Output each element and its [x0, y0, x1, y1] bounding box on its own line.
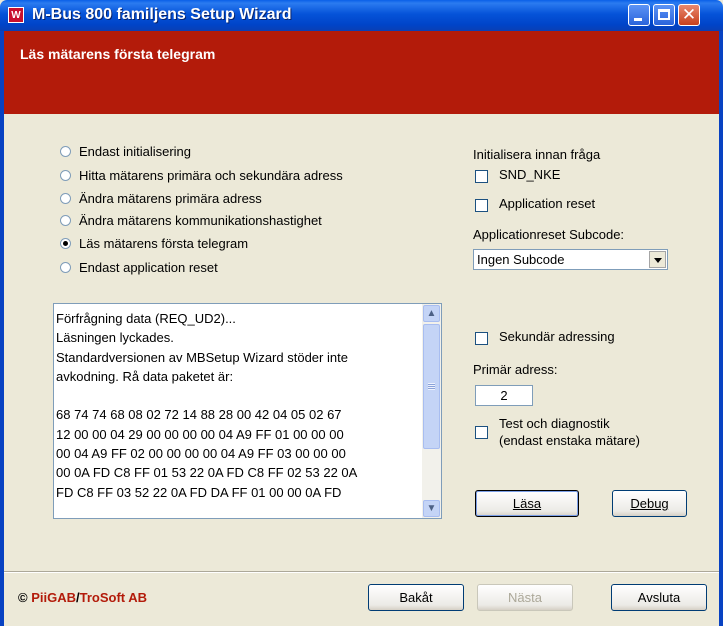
radio-option-find-address[interactable]: Hitta mätarens primära och sekundära adr… [60, 165, 343, 185]
brand-trosoft: TroSoft AB [79, 590, 148, 605]
radio-button[interactable] [60, 169, 71, 181]
maximize-icon [658, 9, 670, 20]
radio-button[interactable] [60, 192, 71, 204]
minimize-button[interactable] [628, 4, 650, 26]
brand-piigab: PiiGAB [31, 590, 77, 605]
radio-button[interactable] [60, 145, 71, 157]
footer-separator [4, 571, 719, 573]
page-title: Läs mätarens första telegram [20, 46, 216, 62]
test-diagnostics-label: Test och diagnostik (endast enstaka mäta… [499, 415, 640, 449]
output-line: FD C8 FF 03 52 22 0A FD DA FF 01 00 00 0… [56, 484, 342, 500]
debug-button-label: Debug [630, 496, 669, 511]
output-line: Standardversionen av MBSetup Wizard stöd… [56, 349, 348, 365]
close-button[interactable]: ✕ [678, 4, 700, 26]
finish-button[interactable]: Avsluta [611, 584, 707, 611]
output-line: Läsningen lyckades. [56, 330, 174, 346]
back-button[interactable]: Bakåt [368, 584, 464, 611]
output-line: 00 04 A9 FF 02 00 00 00 00 04 A9 FF 03 0… [56, 446, 346, 462]
app-icon: W [8, 7, 24, 23]
window-frame-right [719, 31, 723, 626]
test-diagnostics-checkbox[interactable] [475, 426, 488, 439]
scroll-down-button[interactable]: ▼ [423, 500, 440, 517]
scrollbar-thumb[interactable] [423, 324, 440, 449]
next-button-label: Nästa [508, 590, 542, 605]
radio-label: Endast initialisering [79, 143, 192, 159]
app-reset-label: Application reset [499, 196, 596, 211]
brand-copyright: © PiiGAB/TroSoft AB [18, 590, 147, 605]
read-button[interactable]: Läsa [475, 490, 579, 517]
secondary-addressing-checkbox[interactable] [475, 332, 488, 345]
output-line: avkodning. Rå data paketet är: [56, 368, 234, 384]
next-button[interactable]: Nästa [477, 584, 573, 611]
radio-label: Hitta mätarens primära och sekundära adr… [79, 167, 343, 183]
radio-button-selected[interactable] [60, 237, 71, 249]
radio-option-app-reset[interactable]: Endast application reset [60, 257, 218, 277]
output-line: 00 0A FD C8 FF 01 53 22 0A FD C8 FF 02 5… [56, 465, 358, 481]
window-title: M-Bus 800 familjens Setup Wizard [32, 6, 292, 23]
vertical-scrollbar[interactable]: ▲ ▼ [422, 304, 441, 518]
radio-button[interactable] [60, 261, 71, 273]
output-line: 68 74 74 68 08 02 72 14 88 28 00 42 04 0… [56, 407, 342, 423]
output-line: Förfrågning data (REQ_UD2)... [56, 311, 236, 326]
chevron-up-icon: ▲ [426, 308, 437, 319]
radio-option-change-speed[interactable]: Ändra mätarens kommunikationshastighet [60, 210, 322, 230]
radio-label: Endast application reset [79, 259, 218, 275]
secondary-addressing-label: Sekundär adressing [499, 329, 615, 344]
radio-button[interactable] [60, 214, 71, 226]
output-line-blank [56, 386, 420, 405]
subcode-label: Applicationreset Subcode: [473, 227, 625, 242]
radio-option-init-only[interactable]: Endast initialisering [60, 141, 191, 161]
subcode-dropdown[interactable]: Ingen Subcode [473, 249, 668, 270]
grip-icon [428, 383, 435, 390]
output-line: 12 00 00 04 29 00 00 00 00 04 A9 FF 01 0… [56, 426, 344, 442]
radio-option-read-telegram[interactable]: Läs mätarens första telegram [60, 233, 248, 253]
debug-button[interactable]: Debug [612, 490, 687, 517]
test-diagnostics-line2: (endast enstaka mätare) [499, 433, 640, 448]
radio-label: Läs mätarens första telegram [79, 235, 249, 251]
back-button-label: Bakåt [399, 590, 433, 605]
primary-address-input[interactable]: 2 [475, 385, 533, 406]
init-heading: Initialisera innan fråga [473, 147, 601, 162]
snd-nke-label: SND_NKE [499, 167, 561, 182]
copyright-symbol: © [18, 590, 28, 605]
output-textarea[interactable]: Förfrågning data (REQ_UD2)... Läsningen l… [53, 303, 442, 519]
chevron-down-icon[interactable] [649, 251, 666, 268]
scroll-up-button[interactable]: ▲ [423, 305, 440, 322]
subcode-value: Ingen Subcode [477, 252, 565, 267]
close-icon: ✕ [681, 5, 697, 24]
minimize-icon [634, 18, 642, 21]
snd-nke-checkbox[interactable] [475, 170, 488, 183]
output-text: Förfrågning data (REQ_UD2)... Läsningen l… [56, 309, 420, 515]
radio-label: Ändra mätarens kommunikationshastighet [79, 212, 322, 228]
test-diagnostics-line1: Test och diagnostik [499, 416, 610, 431]
radio-option-change-primary[interactable]: Ändra mätarens primära adress [60, 188, 262, 208]
maximize-button[interactable] [653, 4, 675, 26]
app-reset-checkbox[interactable] [475, 199, 488, 212]
window-frame-left [0, 31, 4, 626]
finish-button-label: Avsluta [637, 590, 681, 605]
chevron-down-icon: ▼ [426, 503, 437, 514]
radio-label: Ändra mätarens primära adress [79, 190, 262, 206]
read-button-label: Läsa [512, 496, 542, 511]
primary-address-label: Primär adress: [473, 362, 558, 377]
title-bar[interactable]: W M-Bus 800 familjens Setup Wizard ✕ [0, 0, 723, 31]
header-banner [4, 31, 719, 114]
